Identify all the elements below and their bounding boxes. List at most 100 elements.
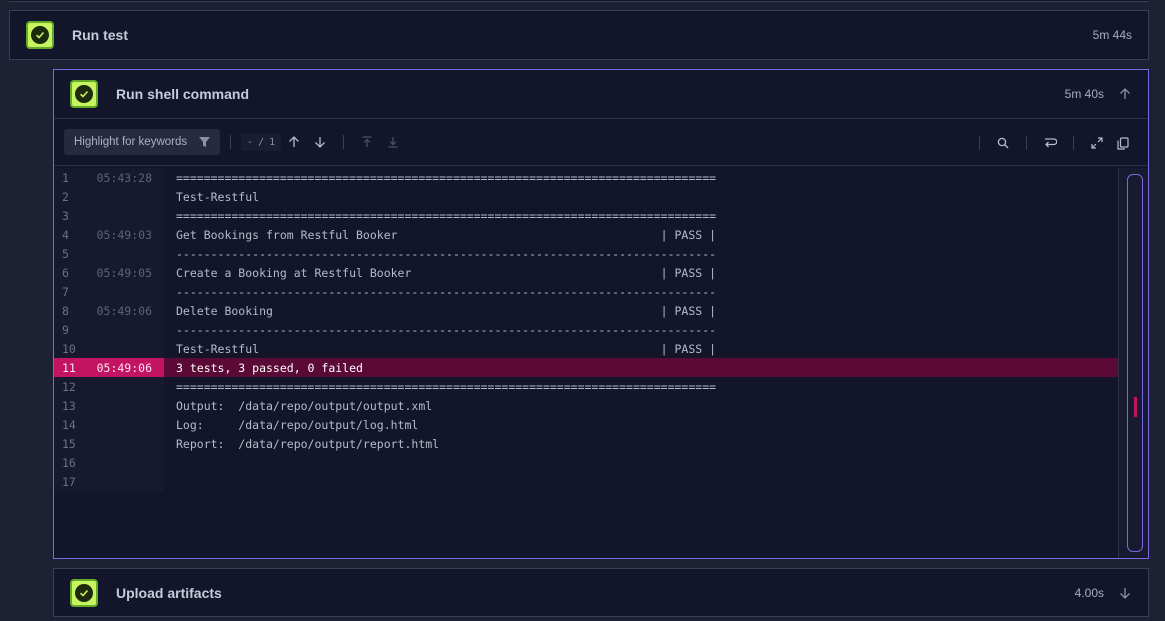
line-number[interactable]: 13 [54,399,84,413]
log-gutter: 4 05:49:03 [54,225,164,244]
line-text: Output: /data/repo/output/output.xml [176,398,433,413]
line-number[interactable]: 16 [54,456,84,470]
log-gutter: 3 [54,206,164,225]
line-number[interactable]: 11 [54,361,84,375]
toolbar-divider [1073,136,1074,150]
keyword-highlight-button[interactable]: Highlight for keywords [64,129,220,155]
line-number[interactable]: 3 [54,209,84,223]
log-line[interactable]: 12 ======================================… [54,377,1148,396]
line-text: ========================================… [176,170,717,185]
scroll-to-top-icon[interactable] [357,132,377,152]
log-gutter: 11 05:49:06 [54,358,164,377]
log-line[interactable]: 8 05:49:06 Delete Booking | PASS | [54,301,1148,320]
log-line[interactable]: 1 05:43:28 ===============================… [54,168,1148,187]
line-number[interactable]: 8 [54,304,84,318]
line-text: ========================================… [176,379,717,394]
toolbar-divider [979,136,980,150]
line-text: Get Bookings from Restful Booker | PASS … [176,227,717,242]
step-duration: 5m 44s [1092,28,1132,42]
line-text: Delete Booking | PASS | [176,303,717,318]
line-text: Test-Restful [176,189,260,204]
line-text: ========================================… [176,208,717,223]
step-title: Run shell command [116,86,250,102]
copy-icon[interactable] [1113,133,1133,153]
log-line[interactable]: 5 ---------------------------------------… [54,244,1148,263]
log-gutter: 6 05:49:05 [54,263,164,282]
line-text: Test-Restful | PASS | [176,341,717,356]
collapse-arrow-up-icon[interactable] [1118,87,1132,101]
success-check-icon [70,578,98,607]
line-text: 3 tests, 3 passed, 0 failed [176,360,363,375]
line-number[interactable]: 17 [54,475,84,489]
line-text: Create a Booking at Restful Booker | PAS… [176,265,717,280]
log-line[interactable]: 3 =======================================… [54,206,1148,225]
expand-fullscreen-icon[interactable] [1087,133,1107,153]
line-text: ----------------------------------------… [176,284,717,299]
success-check-icon [26,21,54,49]
log-line[interactable]: 4 05:49:03 Get Bookings from Restful Booke… [54,225,1148,244]
line-number[interactable]: 10 [54,342,84,356]
match-pager: - / 1 [241,133,282,151]
line-number[interactable]: 2 [54,190,84,204]
log-line[interactable]: 2 Test-Restful [54,187,1148,206]
log-gutter: 16 [54,453,164,472]
log-line[interactable]: 7 ---------------------------------------… [54,282,1148,301]
log-line[interactable]: 9 ---------------------------------------… [54,320,1148,339]
line-number[interactable]: 6 [54,266,84,280]
pager-total: 1 [269,136,276,148]
step-upload-artifacts[interactable]: Upload artifacts 4.00s [53,568,1149,617]
line-number[interactable]: 14 [54,418,84,432]
step-duration: 4.00s [1074,585,1104,600]
log-gutter: 8 05:49:06 [54,301,164,320]
scroll-to-bottom-icon[interactable] [383,132,403,152]
log-line[interactable]: 13 Output: /data/repo/output/output.xml [54,396,1148,415]
line-timestamp: 05:49:06 [96,360,152,375]
line-timestamp: 05:49:03 [96,227,152,242]
line-timestamp: 05:49:05 [96,265,152,280]
toolbar-divider [230,135,231,149]
log-gutter: 1 05:43:28 [54,168,164,187]
success-check-icon [70,80,98,108]
toolbar-divider [343,135,345,149]
log-scrollbar[interactable] [1118,168,1148,558]
log-gutter: 13 [54,396,164,415]
step-run-test[interactable]: Run test 5m 44s [9,10,1149,60]
log-line[interactable]: 11 05:49:06 3 tests, 3 passed, 0 failed [54,358,1148,377]
log-gutter: 12 [54,377,164,396]
next-match-arrow-down-icon[interactable] [310,132,330,152]
log-gutter: 2 [54,187,164,206]
line-timestamp: 05:43:28 [96,170,152,185]
pager-separator: / [258,136,265,148]
step-duration: 5m 40s [1064,87,1104,101]
scrollbar-thumb[interactable] [1127,174,1143,552]
log-gutter: 7 [54,282,164,301]
line-text: Log: /data/repo/output/log.html [176,417,419,432]
step-header[interactable]: Run shell command 5m 40s [54,70,1148,118]
log-line[interactable]: 15 Report: /data/repo/output/report.html [54,434,1148,453]
line-number[interactable]: 1 [54,171,84,185]
highlight-marker [1134,397,1137,417]
line-number[interactable]: 15 [54,437,84,451]
log-line[interactable]: 14 Log: /data/repo/output/log.html [54,415,1148,434]
search-icon[interactable] [993,133,1013,153]
previous-match-arrow-up-icon[interactable] [284,132,304,152]
filter-icon [199,137,210,147]
line-number[interactable]: 9 [54,323,84,337]
step-title: Upload artifacts [116,584,222,601]
log-line[interactable]: 10 Test-Restful | PASS | [54,339,1148,358]
log-line[interactable]: 17 [54,472,1148,491]
line-number[interactable]: 7 [54,285,84,299]
wrap-lines-icon[interactable] [1040,133,1060,153]
line-number[interactable]: 4 [54,228,84,242]
line-timestamp: 05:49:06 [96,303,152,318]
log-line[interactable]: 16 [54,453,1148,472]
expand-arrow-down-icon[interactable] [1118,586,1132,600]
log-gutter: 17 [54,472,164,491]
log-gutter: 9 [54,320,164,339]
log-line[interactable]: 6 05:49:05 Create a Booking at Restful Boo… [54,263,1148,282]
line-number[interactable]: 12 [54,380,84,394]
line-text: ----------------------------------------… [176,246,717,261]
log-gutter: 14 [54,415,164,434]
keyword-highlight-label: Highlight for keywords [74,136,188,148]
line-number[interactable]: 5 [54,247,84,261]
